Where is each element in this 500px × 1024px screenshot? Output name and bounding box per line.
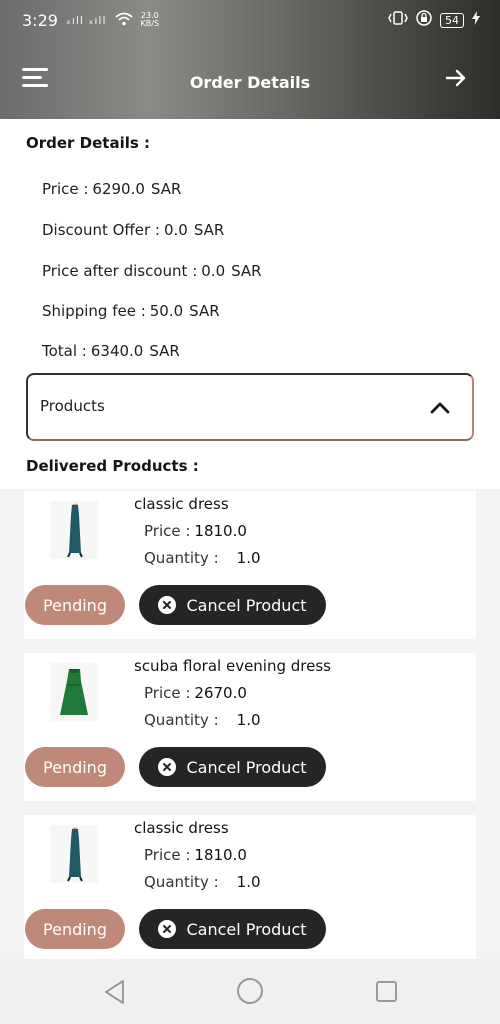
cancel-product-label: Cancel Product [186,595,307,615]
chevron-up-icon[interactable] [429,397,451,419]
net-speed: 23.0 KB/S [141,12,160,28]
product-quantity: Quantity : 1.0 [144,549,261,567]
charging-icon [472,11,480,29]
product-price: Price :1810.0 [144,846,247,864]
app-bar: Order Details [0,48,500,118]
currency-label: SAR [189,302,220,320]
total-label: Total : [42,342,87,360]
lock-rotation-icon [416,10,432,30]
product-name: scuba floral evening dress [134,657,331,675]
signal-icon: ₓıll ₓıll [65,13,107,27]
app-header-background: 3:29 ₓıll ₓıll 23.0 KB/S 54 Order Detail… [0,0,500,119]
cancel-product-button[interactable]: Cancel Product [139,909,326,949]
product-price-label: Price : [144,684,191,702]
product-quantity-label: Quantity : [144,873,219,891]
price-row: Price :6290.0 SAR [42,180,181,198]
product-quantity-value: 1.0 [236,711,261,729]
product-quantity: Quantity : 1.0 [144,873,261,891]
battery-level: 54 [440,12,464,28]
product-name: classic dress [134,495,229,513]
wifi-icon [114,11,133,30]
product-price-label: Price : [144,846,191,864]
product-card: classic dress Price :1810.0 Quantity : 1.… [24,815,476,963]
product-price-value: 1810.0 [194,846,247,864]
price-value: 6290.0 [92,180,145,198]
currency-label: SAR [150,180,182,198]
status-time: 3:29 [22,10,58,30]
price-after-discount-value: 0.0 [201,262,226,280]
products-accordion[interactable]: Products [26,373,474,441]
product-price-value: 1810.0 [194,522,247,540]
net-speed-unit: KB/S [140,19,160,28]
products-accordion-label: Products [40,397,105,415]
recent-apps-icon[interactable] [376,981,397,1002]
vibrate-icon [388,10,408,30]
pending-button[interactable]: Pending [25,585,125,625]
product-quantity-value: 1.0 [236,873,261,891]
delivered-products-heading: Delivered Products : [26,457,199,475]
close-circle-icon [158,758,177,776]
currency-label: SAR [231,262,262,280]
product-price: Price :2670.0 [144,684,247,702]
order-details-heading: Order Details : [26,134,151,152]
close-circle-icon [158,596,177,614]
cancel-product-button[interactable]: Cancel Product [139,585,326,625]
back-triangle-icon[interactable] [103,979,127,1009]
price-after-discount-label: Price after discount : [42,262,198,280]
currency-label: SAR [149,342,180,360]
discount-label: Discount Offer : [42,221,160,239]
cancel-product-button[interactable]: Cancel Product [139,747,326,787]
product-card: classic dress Price :1810.0 Quantity : 1.… [24,491,476,639]
home-circle-icon[interactable] [237,978,263,1004]
discount-row: Discount Offer :0.0 SAR [42,221,224,239]
product-price: Price :1810.0 [144,522,247,540]
pending-button[interactable]: Pending [25,747,125,787]
dress-image [50,825,98,883]
product-quantity-label: Quantity : [144,549,219,567]
cancel-product-label: Cancel Product [186,919,307,939]
product-quantity-value: 1.0 [236,549,261,567]
product-quantity-label: Quantity : [144,711,219,729]
price-after-discount-row: Price after discount :0.0 SAR [42,262,262,280]
system-nav-bar [0,959,500,1024]
shipping-fee-row: Shipping fee :50.0 SAR [42,302,220,320]
pending-button[interactable]: Pending [25,909,125,949]
shipping-fee-label: Shipping fee : [42,302,146,320]
total-value: 6340.0 [90,342,144,360]
order-summary: Order Details : Price :6290.0 SAR Discoun… [0,119,500,489]
total-row: Total :6340.0 SAR [42,342,180,360]
dress-image [50,501,98,559]
product-quantity: Quantity : 1.0 [144,711,261,729]
main-content: Order Details : Price :6290.0 SAR Discoun… [0,119,500,963]
forward-arrow-icon[interactable] [444,66,468,90]
currency-label: SAR [193,221,225,239]
page-title: Order Details [189,73,311,92]
product-card: scuba floral evening dress Price :2670.0… [24,653,476,801]
close-circle-icon [158,920,177,938]
shipping-fee-value: 50.0 [149,302,184,320]
status-bar: 3:29 ₓıll ₓıll 23.0 KB/S 54 [0,0,500,40]
discount-value: 0.0 [163,221,188,239]
product-price-value: 2670.0 [194,684,247,702]
price-label: Price : [42,180,89,198]
product-name: classic dress [134,819,229,837]
product-price-label: Price : [144,522,191,540]
dress-image [50,663,98,721]
cancel-product-label: Cancel Product [186,757,307,777]
